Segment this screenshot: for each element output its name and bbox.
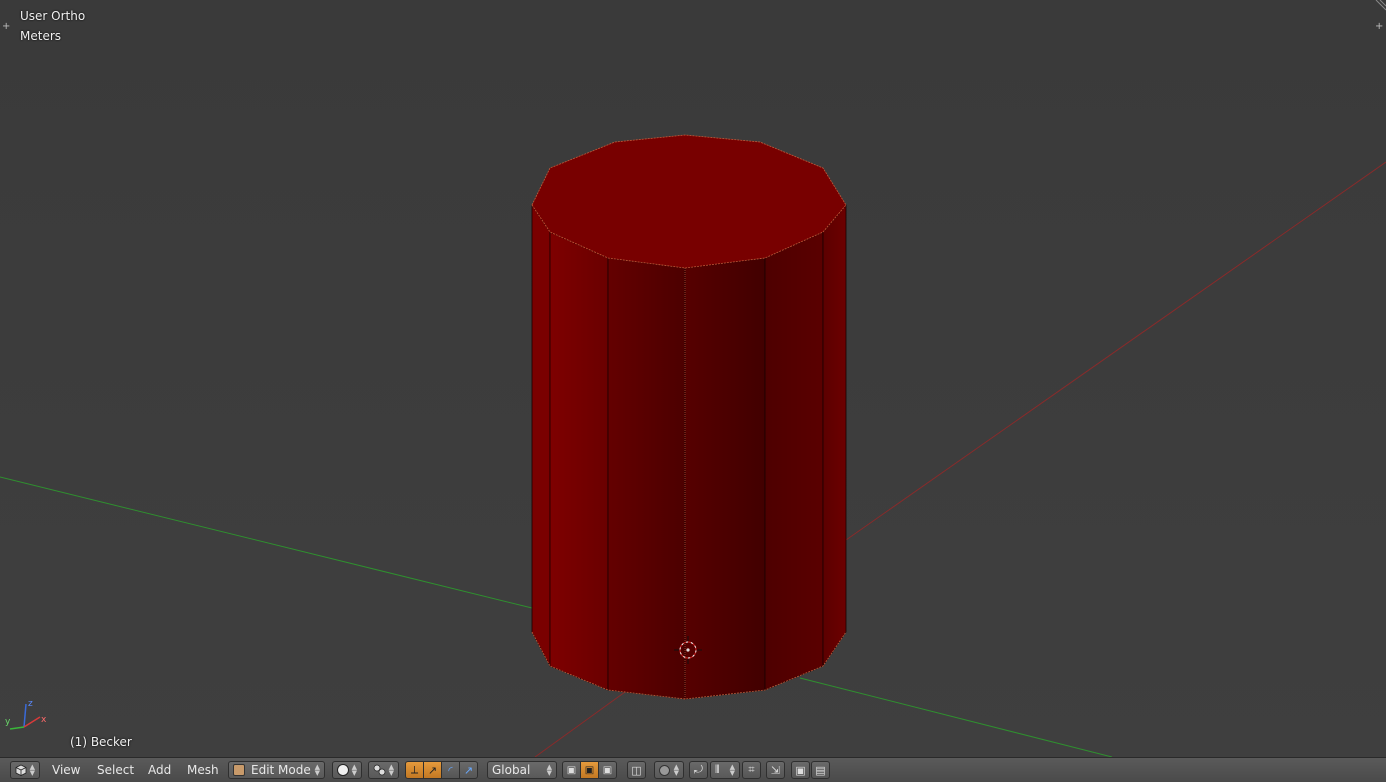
pivot-point-selector[interactable]: ▲ ▼: [368, 761, 399, 779]
menu-add[interactable]: Add: [142, 761, 177, 779]
rotate-icon: ◜: [448, 763, 453, 777]
y-axis-line: [0, 476, 533, 609]
dropdown-arrows-icon: ▲ ▼: [351, 763, 357, 777]
edit-mode-icon: [233, 764, 245, 776]
area-corner-icon[interactable]: [1374, 0, 1386, 12]
limit-selection-button[interactable]: ◫: [627, 761, 646, 779]
cylinder-side-face: [549, 231, 609, 691]
translate-manipulator-button[interactable]: ↗: [423, 761, 442, 779]
scene-canvas[interactable]: z x y: [0, 0, 1386, 757]
menu-view[interactable]: View: [46, 761, 86, 779]
camera-icon: ▣: [795, 763, 806, 777]
edge-select-icon: ▣: [584, 764, 595, 776]
menu-mesh[interactable]: Mesh: [181, 761, 225, 779]
3d-view-cube-icon: [15, 764, 27, 776]
area-split-handle-top-left[interactable]: +: [2, 22, 10, 32]
snap-icon: ⤾: [693, 763, 704, 776]
cylinder-mesh[interactable]: [531, 134, 847, 700]
editor-type-selector[interactable]: ▲ ▼: [10, 761, 40, 779]
proportional-editing-selector[interactable]: ▲ ▼: [654, 761, 684, 779]
3d-viewport[interactable]: z x y User Ortho Meters (1) Becker + +: [0, 0, 1386, 757]
x-axis-line-near: [534, 691, 626, 757]
vertex-select-icon: ▣: [566, 764, 577, 776]
y-axis-line-far: [799, 677, 1113, 757]
dropdown-arrows-icon: ▲ ▼: [314, 763, 320, 777]
cylinder-side-face: [764, 231, 824, 691]
vertex-select-button[interactable]: ▣: [562, 761, 581, 779]
object-info-label: (1) Becker: [70, 735, 132, 749]
dropdown-arrows-icon: ▲ ▼: [388, 763, 394, 777]
menu-select[interactable]: Select: [91, 761, 140, 779]
axis-gizmo-icon: z x y: [5, 699, 47, 730]
arrow-icon: ↗: [427, 763, 438, 777]
dropdown-arrows-icon: ▲ ▼: [546, 763, 552, 777]
select-mode-group: ▣ ▣ ▣: [562, 761, 617, 779]
scale-icon: ↗: [463, 763, 474, 777]
manipulator-group: ⟂ ↗ ◜ ↗: [405, 761, 478, 779]
snap-element-icon: ⫴: [715, 763, 720, 776]
render-animation-button[interactable]: ▤: [811, 761, 830, 779]
dropdown-arrows-icon: ▲ ▼: [29, 763, 35, 777]
face-select-icon: ▣: [602, 764, 613, 776]
view-name-label: User Ortho: [20, 9, 86, 23]
pivot-point-icon: [373, 764, 386, 776]
orientation-label: Global: [492, 763, 531, 777]
mode-selector[interactable]: Edit Mode ▲ ▼: [228, 761, 325, 779]
dropdown-arrows-icon: ▲ ▼: [729, 763, 735, 777]
gizmo-y-label: y: [5, 717, 11, 727]
rotate-manipulator-button[interactable]: ◜: [441, 761, 460, 779]
snap-toggle-button[interactable]: ⤾: [689, 761, 708, 779]
viewport-shading-selector[interactable]: ▲ ▼: [332, 761, 362, 779]
gizmo-z-label: z: [28, 699, 33, 709]
cylinder-side-face: [531, 204, 551, 667]
gizmo-x-label: x: [41, 715, 47, 725]
solid-shading-icon: [337, 764, 349, 776]
dropdown-arrows-icon: ▲ ▼: [673, 763, 679, 777]
snap-element-selector[interactable]: ⫴ ▲ ▼: [710, 761, 740, 779]
scale-manipulator-button[interactable]: ↗: [459, 761, 478, 779]
cylinder-side-face: [684, 257, 766, 700]
viewport-header: ▲ ▼ View Select Add Mesh Edit Mode ▲ ▼ ▲ ▼ …: [0, 757, 1386, 782]
snap-target-button[interactable]: ⌗: [742, 761, 761, 779]
occlude-geometry-icon: ◫: [631, 763, 642, 777]
clapperboard-icon: ▤: [815, 763, 826, 777]
cylinder-side-face: [607, 257, 686, 700]
render-image-button[interactable]: ▣: [791, 761, 810, 779]
manipulator-toggle-button[interactable]: ⟂: [405, 761, 424, 779]
units-label: Meters: [20, 29, 62, 43]
cylinder-side-face: [822, 204, 847, 667]
area-split-handle-top-right[interactable]: +: [1375, 22, 1383, 32]
proportional-editing-icon: [659, 764, 670, 776]
edge-select-button[interactable]: ▣: [580, 761, 599, 779]
auto-merge-button[interactable]: ⇲: [766, 761, 785, 779]
mode-label: Edit Mode: [251, 763, 311, 777]
transform-orientation-selector[interactable]: Global ▲ ▼: [487, 761, 557, 779]
x-axis-line: [845, 161, 1386, 541]
snap-target-icon: ⌗: [748, 763, 755, 776]
manipulator-icon: ⟂: [410, 763, 419, 776]
face-select-button[interactable]: ▣: [598, 761, 617, 779]
auto-merge-icon: ⇲: [770, 763, 781, 777]
